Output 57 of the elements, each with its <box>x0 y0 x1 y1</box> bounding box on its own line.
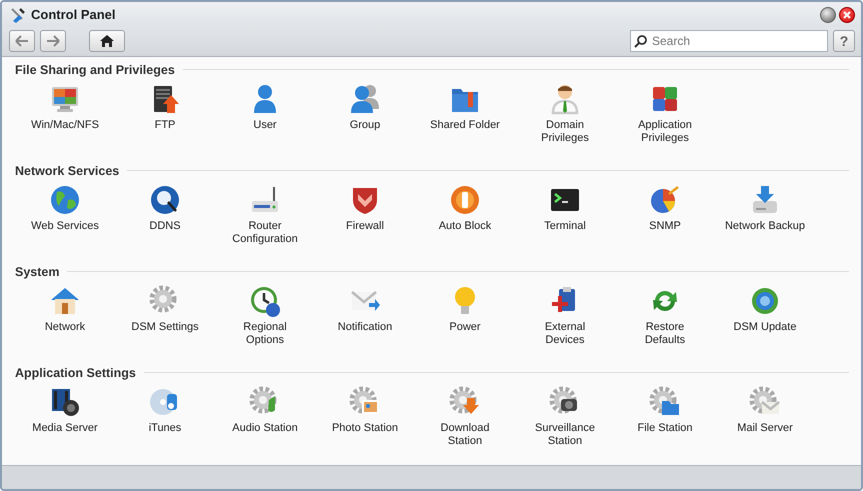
control-panel-item[interactable]: Surveillance Station <box>515 384 615 464</box>
gear-folder-icon <box>649 386 681 418</box>
forward-arrow-icon <box>46 35 60 48</box>
home-button[interactable] <box>89 30 125 52</box>
control-panel-item[interactable]: Terminal <box>515 182 615 262</box>
control-panel-item[interactable]: Mail Server <box>715 384 815 464</box>
search-icon <box>634 34 648 48</box>
control-panel-item[interactable]: File Station <box>615 384 715 464</box>
close-icon <box>843 10 851 19</box>
forward-button[interactable] <box>40 30 66 52</box>
control-panel-item[interactable]: FTP <box>115 82 215 161</box>
control-panel-item[interactable]: Shared Folder <box>415 82 515 161</box>
search-field[interactable]: Search <box>630 30 828 52</box>
section-title: File Sharing and Privileges <box>15 62 175 77</box>
control-panel-item[interactable]: DDNS <box>115 182 215 262</box>
globe-icon <box>49 184 81 216</box>
control-panel-item[interactable]: Auto Block <box>415 182 515 262</box>
back-arrow-icon <box>15 35 29 48</box>
control-panel-item[interactable]: Application Privileges <box>615 82 715 161</box>
control-panel-item[interactable]: Router Configuration <box>215 182 315 262</box>
person-icon <box>549 82 581 115</box>
control-panel-item[interactable]: User <box>215 82 315 161</box>
minimize-button[interactable] <box>820 6 836 23</box>
home-icon <box>99 34 115 48</box>
section-title: Application Settings <box>15 366 136 380</box>
section-title: Network Services <box>15 164 120 178</box>
control-panel-item[interactable]: Web Services <box>15 182 115 262</box>
control-panel-item[interactable]: Restore Defaults <box>615 284 715 363</box>
clock-icon <box>249 284 281 317</box>
control-panel-item[interactable]: Media Server <box>15 384 115 464</box>
control-panel-item[interactable]: Group <box>315 82 415 161</box>
users-icon <box>349 82 381 115</box>
section-title: System <box>15 264 60 279</box>
help-button[interactable]: ? <box>833 30 855 52</box>
control-panel-item[interactable]: Download Station <box>415 384 515 464</box>
control-panel-item[interactable]: Audio Station <box>215 384 315 464</box>
window-title: Control Panel <box>31 7 116 22</box>
control-panel-item[interactable]: Photo Station <box>315 384 415 464</box>
control-panel-item[interactable]: External Devices <box>515 284 615 363</box>
control-panel-item[interactable]: Domain Privileges <box>515 82 615 161</box>
control-panel-item[interactable]: Regional Options <box>215 284 315 363</box>
control-panel-item[interactable]: DSM Settings <box>115 284 215 363</box>
block-icon <box>449 184 481 216</box>
control-panel-item[interactable]: Network Backup <box>715 182 815 262</box>
back-button[interactable] <box>9 30 35 52</box>
control-panel-item[interactable]: iTunes <box>115 384 215 464</box>
tools-icon <box>10 6 26 23</box>
control-panel-item[interactable]: Firewall <box>315 182 415 262</box>
control-panel-item[interactable]: Notification <box>315 284 415 363</box>
close-button[interactable] <box>839 6 855 23</box>
pie-chart-icon <box>649 184 681 216</box>
control-panel-item[interactable]: Network <box>15 284 115 363</box>
magnifier-icon <box>149 184 181 216</box>
control-panel-item[interactable]: DSM Update <box>715 284 815 363</box>
control-panel-item[interactable]: SNMP <box>615 182 715 262</box>
control-panel-item[interactable]: Power <box>415 284 515 363</box>
control-panel-item[interactable]: Win/Mac/NFS <box>15 82 115 161</box>
